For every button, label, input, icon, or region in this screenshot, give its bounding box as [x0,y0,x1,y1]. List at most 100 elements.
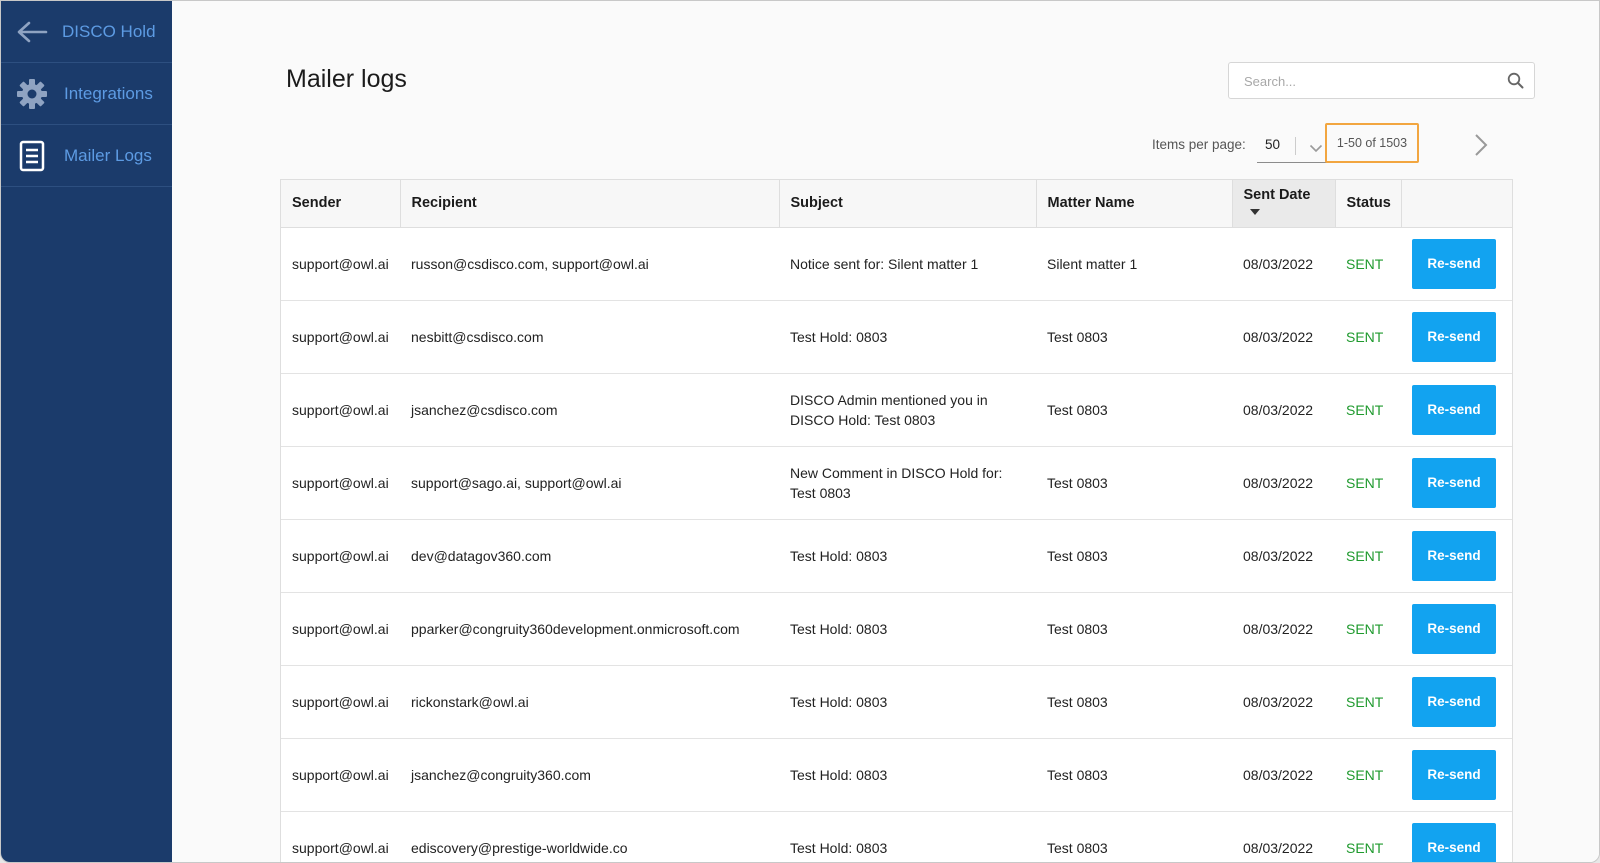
resend-button[interactable]: Re-send [1412,457,1496,508]
document-list-icon [15,139,49,173]
column-header-sender[interactable]: Sender [281,180,401,228]
table-row: support@owl.ai jsanchez@congruity360.com T… [281,738,1512,812]
cell-status: SENT [1335,446,1401,520]
cell-actions: Re-send [1401,300,1512,374]
cell-status: SENT [1335,519,1401,593]
cell-actions: Re-send [1401,373,1512,447]
cell-subject: DISCO Admin mentioned you in DISCO Hold:… [779,373,1036,447]
table-row: support@owl.ai nesbitt@csdisco.com Test Ho… [281,300,1512,374]
cell-actions: Re-send [1401,446,1512,520]
cell-matter-name: Silent matter 1 [1036,227,1232,301]
column-header-label: Sent Date [1243,187,1311,204]
cell-sent-date: 08/03/2022 [1232,738,1335,812]
cell-sender: support@owl.ai [281,446,400,520]
resend-button[interactable]: Re-send [1412,749,1496,800]
sidebar-item-integrations[interactable]: Integrations [1,63,172,125]
table-row: support@owl.ai support@sago.ai, support@o… [281,446,1512,520]
cell-sent-date: 08/03/2022 [1232,665,1335,739]
cell-status: SENT [1335,227,1401,301]
sort-desc-icon [1249,203,1260,219]
cell-sent-date: 08/03/2022 [1232,373,1335,447]
cell-sender: support@owl.ai [281,373,400,447]
page-title: Mailer logs [286,65,407,93]
cell-sender: support@owl.ai [281,519,400,593]
cell-subject: New Comment in DISCO Hold for: Test 0803 [779,446,1036,520]
column-header-sent-date[interactable]: Sent Date [1232,180,1336,228]
cell-matter-name: Test 0803 [1036,811,1232,862]
cell-subject: Test Hold: 0803 [779,592,1036,666]
cell-status: SENT [1335,373,1401,447]
items-per-page-value: 50 [1265,137,1281,152]
cell-recipient: pparker@congruity360development.onmicros… [400,592,779,666]
resend-button[interactable]: Re-send [1412,384,1496,435]
search-box [1228,62,1535,100]
cell-sender: support@owl.ai [281,665,400,739]
cell-recipient: nesbitt@csdisco.com [400,300,779,374]
cell-subject: Test Hold: 0803 [779,738,1036,812]
resend-button[interactable]: Re-send [1412,822,1496,862]
table-header-row: Sender Recipient Subject Matter Name Sen… [281,180,1512,228]
cell-sent-date: 08/03/2022 [1232,592,1335,666]
cell-subject: Test Hold: 0803 [779,811,1036,862]
sidebar-item-mailer-logs[interactable]: Mailer Logs [1,125,172,187]
resend-button[interactable]: Re-send [1412,311,1496,362]
cell-recipient: rickonstark@owl.ai [400,665,779,739]
resend-button[interactable]: Re-send [1412,676,1496,727]
cell-matter-name: Test 0803 [1036,446,1232,520]
main-content: Mailer logs Items per page: 50 1-50 of 1… [172,1,1599,862]
resend-button[interactable]: Re-send [1412,530,1496,581]
cell-matter-name: Test 0803 [1036,738,1232,812]
cell-sent-date: 08/03/2022 [1232,300,1335,374]
arrow-left-icon [15,15,49,49]
sidebar: DISCO Hold Integrations Mailer Logs [1,1,172,862]
cell-sender: support@owl.ai [281,811,400,862]
search-icon[interactable] [1507,72,1524,94]
cell-matter-name: Test 0803 [1036,300,1232,374]
pagination-range: 1-50 of 1503 [1325,123,1419,163]
cell-status: SENT [1335,811,1401,862]
cell-recipient: jsanchez@csdisco.com [400,373,779,447]
cell-status: SENT [1335,738,1401,812]
table-row: support@owl.ai jsanchez@csdisco.com DISCO … [281,373,1512,447]
column-header-recipient[interactable]: Recipient [400,180,780,228]
cell-actions: Re-send [1401,811,1512,862]
cell-sender: support@owl.ai [281,227,400,301]
resend-button[interactable]: Re-send [1412,238,1496,289]
sidebar-item-label: DISCO Hold [62,21,156,41]
column-header-matter-name[interactable]: Matter Name [1036,180,1233,228]
app-window: DISCO Hold Integrations Mailer Logs Mail… [0,0,1600,863]
table-body: support@owl.ai russon@csdisco.com, suppor… [281,227,1512,862]
resend-button[interactable]: Re-send [1412,603,1496,654]
sidebar-item-label: Mailer Logs [64,145,152,165]
cell-sender: support@owl.ai [281,738,400,812]
cell-actions: Re-send [1401,738,1512,812]
cell-status: SENT [1335,300,1401,374]
cell-sent-date: 08/03/2022 [1232,446,1335,520]
chevron-right-icon[interactable] [1472,133,1490,162]
cell-sender: support@owl.ai [281,592,400,666]
search-input[interactable] [1242,63,1496,100]
cell-sent-date: 08/03/2022 [1232,811,1335,862]
table-row: support@owl.ai rickonstark@owl.ai Test Hol… [281,665,1512,739]
cell-actions: Re-send [1401,227,1512,301]
column-header-subject[interactable]: Subject [779,180,1037,228]
sidebar-item-disco-hold[interactable]: DISCO Hold [1,1,172,63]
table-row: support@owl.ai russon@csdisco.com, suppor… [281,227,1512,301]
cell-recipient: ediscovery@prestige-worldwide.co [400,811,779,862]
cell-status: SENT [1335,592,1401,666]
mailer-logs-table: Sender Recipient Subject Matter Name Sen… [280,179,1513,862]
cell-matter-name: Test 0803 [1036,519,1232,593]
sidebar-item-label: Integrations [64,83,153,103]
items-per-page-label: Items per page: [1152,137,1246,152]
cell-recipient: jsanchez@congruity360.com [400,738,779,812]
cell-recipient: dev@datagov360.com [400,519,779,593]
cell-matter-name: Test 0803 [1036,665,1232,739]
cell-subject: Notice sent for: Silent matter 1 [779,227,1036,301]
cell-sent-date: 08/03/2022 [1232,227,1335,301]
cell-actions: Re-send [1401,665,1512,739]
chevron-down-icon [1309,140,1323,158]
cell-sent-date: 08/03/2022 [1232,519,1335,593]
cell-subject: Test Hold: 0803 [779,665,1036,739]
column-header-status[interactable]: Status [1335,180,1402,228]
cell-subject: Test Hold: 0803 [779,519,1036,593]
